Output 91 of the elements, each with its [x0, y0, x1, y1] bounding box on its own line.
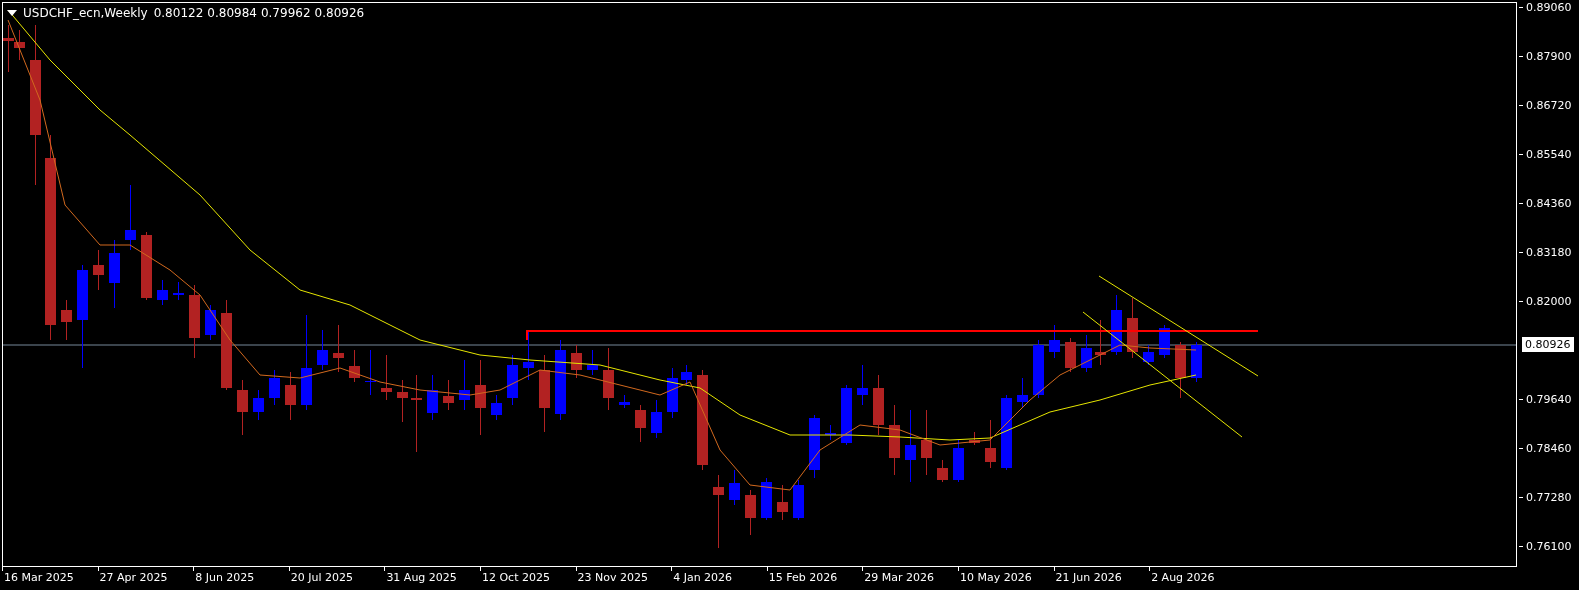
bearish-candle [61, 299, 72, 341]
price-label: 0.86720 [1526, 99, 1572, 112]
bullish-candle [681, 364, 692, 386]
bullish-candle [253, 389, 264, 421]
bullish-candle [857, 364, 868, 406]
date-label: 31 Aug 2025 [386, 571, 457, 584]
bullish-candle [825, 424, 836, 441]
date-label: 20 Jul 2025 [290, 571, 354, 584]
bearish-candle [1127, 297, 1138, 359]
bullish-candle [587, 349, 598, 376]
date-label: 8 Jun 2025 [195, 571, 255, 584]
bullish-candle [953, 439, 964, 483]
bullish-candle [523, 329, 534, 381]
bullish-candle [157, 279, 168, 306]
symbol-title: USDCHF_ecn,Weekly [23, 6, 148, 20]
bearish-candle [285, 371, 296, 421]
bullish-candle [173, 281, 184, 301]
bullish-candle [1017, 377, 1028, 409]
bearish-candle [635, 404, 646, 443]
bearish-candle [937, 459, 948, 483]
price-label: 0.76100 [1526, 540, 1572, 553]
bullish-candle [809, 414, 820, 479]
ohlc-value: 0.80122 [153, 6, 204, 20]
price-label: 0.89060 [1526, 1, 1572, 14]
bearish-candle [93, 249, 104, 291]
date-label: 4 Jan 2026 [673, 571, 733, 584]
bullish-candle [1143, 344, 1154, 366]
bullish-candle [1049, 324, 1060, 359]
bullish-candle [729, 469, 740, 506]
bearish-candle [571, 344, 582, 379]
bullish-candle [365, 349, 376, 396]
bullish-candle [109, 239, 120, 309]
bullish-candle [459, 359, 470, 411]
date-label: 16 Mar 2025 [4, 571, 74, 584]
date-label: 21 Jun 2026 [1055, 571, 1122, 584]
bearish-candle [777, 484, 788, 521]
bearish-candle [1065, 337, 1076, 373]
bearish-candle [921, 409, 932, 476]
bullish-candle [1081, 334, 1092, 373]
bearish-candle [1095, 319, 1106, 366]
bullish-candle [1159, 324, 1170, 359]
date-label: 23 Nov 2025 [577, 571, 648, 584]
bullish-candle [651, 399, 662, 439]
bearish-candle [237, 379, 248, 436]
bullish-candle [125, 184, 136, 251]
date-label: 15 Feb 2026 [768, 571, 838, 584]
bearish-candle [443, 379, 454, 411]
bullish-candle [269, 369, 280, 406]
ohlc-value: 0.79962 [260, 6, 311, 20]
price-label: 0.84360 [1526, 197, 1572, 210]
date-label: 2 Aug 2026 [1151, 571, 1215, 584]
bullish-candle [427, 374, 438, 421]
price-label: 0.83180 [1526, 246, 1572, 259]
bearish-candle [873, 374, 884, 436]
bearish-candle [985, 419, 996, 469]
price-label: 0.87900 [1526, 50, 1572, 63]
bullish-candle [841, 384, 852, 446]
bearish-candle [381, 354, 392, 401]
bearish-candle [397, 379, 408, 423]
bullish-candle [793, 479, 804, 521]
bullish-candle [1033, 339, 1044, 399]
bearish-candle [603, 347, 614, 411]
price-label: 0.85540 [1526, 148, 1572, 161]
bearish-candle [141, 231, 152, 301]
bearish-candle [889, 404, 900, 476]
bullish-candle [1191, 341, 1202, 383]
bearish-candle [349, 349, 360, 383]
bullish-candle [507, 354, 518, 406]
date-label: 10 May 2026 [959, 571, 1032, 584]
bullish-candle [205, 304, 216, 341]
date-label: 27 Apr 2025 [99, 571, 168, 584]
bullish-candle [619, 394, 630, 409]
date-label: 29 Mar 2026 [864, 571, 935, 584]
current-price-badge: 0.80926 [1522, 337, 1574, 352]
price-label: 0.82000 [1526, 295, 1572, 308]
price-label: 0.78460 [1526, 442, 1572, 455]
dropdown-triangle-icon[interactable] [7, 10, 17, 16]
bullish-candle [761, 477, 772, 521]
bullish-candle [1111, 294, 1122, 356]
bullish-candle [667, 367, 678, 419]
bearish-candle [333, 324, 344, 373]
ohlc-value: 0.80984 [207, 6, 257, 20]
bearish-candle [1175, 341, 1186, 399]
bearish-candle [969, 431, 980, 446]
bearish-candle [745, 489, 756, 536]
price-label: 0.77280 [1526, 491, 1572, 504]
bullish-candle [491, 394, 502, 421]
bullish-candle [317, 329, 328, 371]
price-label: 0.79640 [1526, 393, 1572, 406]
date-label: 12 Oct 2025 [481, 571, 550, 584]
ohlc-value: 0.80926 [314, 6, 365, 20]
